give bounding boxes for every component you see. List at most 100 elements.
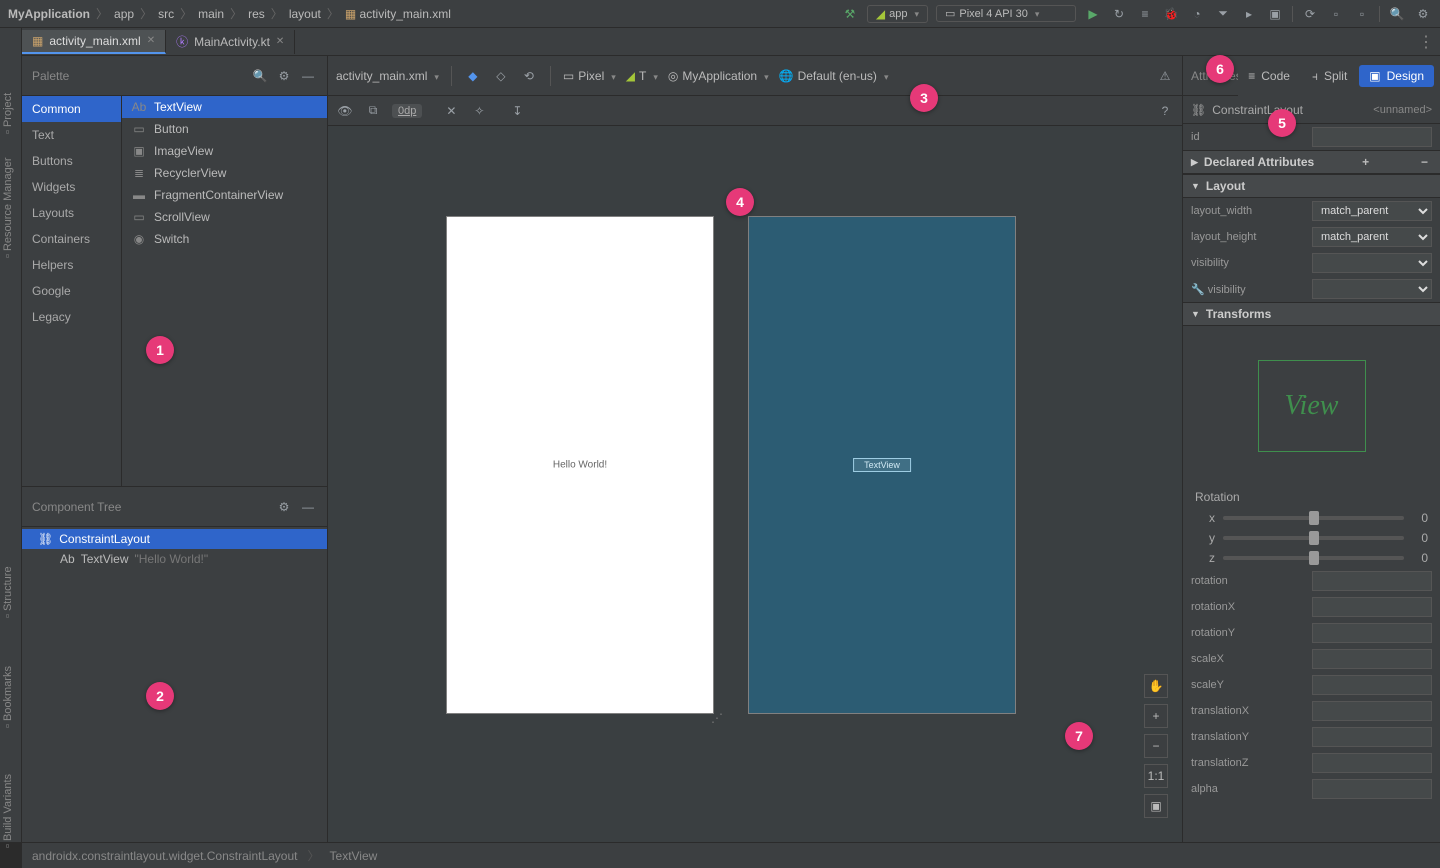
tree-row[interactable]: AbTextView "Hello World!" (22, 549, 327, 569)
attr-input[interactable] (1312, 623, 1432, 643)
zoom-1to1-button[interactable]: 1:1 (1144, 764, 1168, 788)
zoom-fit-button[interactable]: ▣ (1144, 794, 1168, 818)
run-icon[interactable]: ▶ (1084, 5, 1102, 23)
breadcrumb-item[interactable]: layout (289, 7, 321, 21)
sdk-icon[interactable]: ▫ (1353, 5, 1371, 23)
slider-thumb[interactable] (1309, 551, 1319, 565)
theme-dd[interactable]: ◎ MyApplication (668, 69, 769, 83)
blueprint-textview[interactable]: TextView (853, 458, 911, 472)
palette-category[interactable]: Layouts (22, 200, 121, 226)
editor-tab[interactable]: ▦activity_main.xml✕ (22, 30, 166, 54)
section-layout[interactable]: ▼Layout (1183, 174, 1440, 198)
slider-track[interactable] (1223, 556, 1404, 560)
close-icon[interactable]: ✕ (147, 35, 155, 46)
stop-icon[interactable]: ≡ (1136, 5, 1154, 23)
locale-dd[interactable]: 🌐 Default (en-us) (779, 69, 889, 83)
sync-icon[interactable]: ⟳ (1301, 5, 1319, 23)
palette-item[interactable]: ≣RecyclerView (122, 162, 327, 184)
rerun-icon[interactable]: ↻ (1110, 5, 1128, 23)
tool-window-resource-manager[interactable]: ▫ Resource Manager (2, 157, 14, 258)
preview-blueprint[interactable]: TextView (748, 216, 1016, 714)
tabs-overflow-icon[interactable]: ⋮ (1418, 32, 1434, 52)
view-code-button[interactable]: ≡ Code (1238, 65, 1300, 87)
slider-thumb[interactable] (1309, 511, 1319, 525)
attr-input[interactable] (1312, 571, 1432, 591)
palette-category[interactable]: Buttons (22, 148, 121, 174)
pan-icon[interactable]: ✋ (1144, 674, 1168, 698)
attr-input[interactable] (1312, 753, 1432, 773)
tools-visibility-select[interactable] (1312, 279, 1432, 299)
minimize-icon[interactable]: — (299, 69, 317, 83)
zoom-in-button[interactable]: + (1144, 704, 1168, 728)
search-icon[interactable]: 🔍 (251, 69, 269, 83)
avd-icon[interactable]: ▫ (1327, 5, 1345, 23)
breadcrumb-item[interactable]: src (158, 7, 174, 21)
api-dd[interactable]: ◢ T (626, 69, 658, 83)
slider-track[interactable] (1223, 536, 1404, 540)
id-input[interactable] (1312, 127, 1432, 147)
attr-input[interactable] (1312, 701, 1432, 721)
design-mode-icon[interactable]: ◆ (464, 67, 482, 85)
orientation-icon[interactable]: ⟲ (520, 67, 538, 85)
palette-category[interactable]: Google (22, 278, 121, 304)
debug-icon[interactable]: 🐞 (1162, 5, 1180, 23)
section-declared[interactable]: ▶Declared Attributes + − (1183, 150, 1440, 174)
breadcrumb-item[interactable]: app (114, 7, 134, 21)
view-design-button[interactable]: ▣ Design (1359, 65, 1434, 87)
tree-row[interactable]: ⛓ConstraintLayout (22, 529, 327, 549)
profile-icon[interactable]: ◔ (1188, 5, 1206, 23)
remove-attr-button[interactable]: − (1417, 155, 1432, 169)
visibility-select[interactable] (1312, 253, 1432, 273)
palette-category[interactable]: Helpers (22, 252, 121, 278)
eye-icon[interactable]: 👁 (336, 102, 354, 120)
device-dd[interactable]: ▭ Pixel (563, 69, 616, 83)
attr-input[interactable] (1312, 727, 1432, 747)
canvas[interactable]: Hello World! ⋰ TextView ✋ + − 1:1 ▣ (328, 126, 1182, 842)
preview-design[interactable]: Hello World! ⋰ (446, 216, 714, 714)
palette-item[interactable]: AbTextView (122, 96, 327, 118)
minimize-icon[interactable]: — (299, 500, 317, 514)
settings-icon[interactable]: ⚙ (1414, 5, 1432, 23)
coverage-icon[interactable]: ⏷ (1214, 5, 1232, 23)
close-icon[interactable]: ✕ (276, 36, 284, 47)
align-icon[interactable]: ↧ (508, 102, 526, 120)
build-icon[interactable]: ⚒ (841, 5, 859, 23)
attach-icon[interactable]: ▸ (1240, 5, 1258, 23)
attr-input[interactable] (1312, 675, 1432, 695)
palette-item[interactable]: ▭ScrollView (122, 206, 327, 228)
breadcrumb-item[interactable]: res (248, 7, 265, 21)
tool-window-structure[interactable]: ▫ Structure (2, 566, 14, 618)
gear-icon[interactable]: ⚙ (275, 500, 293, 514)
tool-window-project[interactable]: ▫ Project (2, 93, 14, 134)
add-attr-button[interactable]: + (1358, 155, 1373, 169)
margin-chip[interactable]: 0dp (392, 104, 422, 118)
section-transforms[interactable]: ▼Transforms (1183, 302, 1440, 326)
device-dropdown[interactable]: ▭ Pixel 4 API 30 (936, 5, 1076, 22)
file-dropdown[interactable]: activity_main.xml (336, 69, 439, 83)
tool-window-build-variants[interactable]: ▫ Build Variants (2, 774, 14, 848)
palette-category[interactable]: Text (22, 122, 121, 148)
palette-category[interactable]: Common (22, 96, 121, 122)
palette-category[interactable]: Containers (22, 226, 121, 252)
resize-handle-icon[interactable]: ⋰ (711, 711, 723, 725)
blueprint-mode-icon[interactable]: ◇ (492, 67, 510, 85)
run-config-dropdown[interactable]: ◢ app (867, 5, 928, 23)
palette-item[interactable]: ▭Button (122, 118, 327, 140)
breadcrumb-item[interactable]: MyApplication (8, 7, 90, 21)
gear-icon[interactable]: ⚙ (275, 69, 293, 83)
clear-constraints-icon[interactable]: ✕ (442, 102, 460, 120)
palette-item[interactable]: ◉Switch (122, 228, 327, 250)
zoom-out-button[interactable]: − (1144, 734, 1168, 758)
attr-input[interactable] (1312, 779, 1432, 799)
slider-thumb[interactable] (1309, 531, 1319, 545)
palette-item[interactable]: ▬FragmentContainerView (122, 184, 327, 206)
breadcrumb-item[interactable]: main (198, 7, 224, 21)
layout-width-select[interactable]: match_parent (1312, 201, 1432, 221)
layout-inspector-icon[interactable]: ▣ (1266, 5, 1284, 23)
search-icon[interactable]: 🔍 (1388, 5, 1406, 23)
attr-input[interactable] (1312, 649, 1432, 669)
layout-height-select[interactable]: match_parent (1312, 227, 1432, 247)
palette-item[interactable]: ▣ImageView (122, 140, 327, 162)
tool-window-bookmarks[interactable]: ▫ Bookmarks (2, 666, 14, 728)
palette-category[interactable]: Legacy (22, 304, 121, 330)
